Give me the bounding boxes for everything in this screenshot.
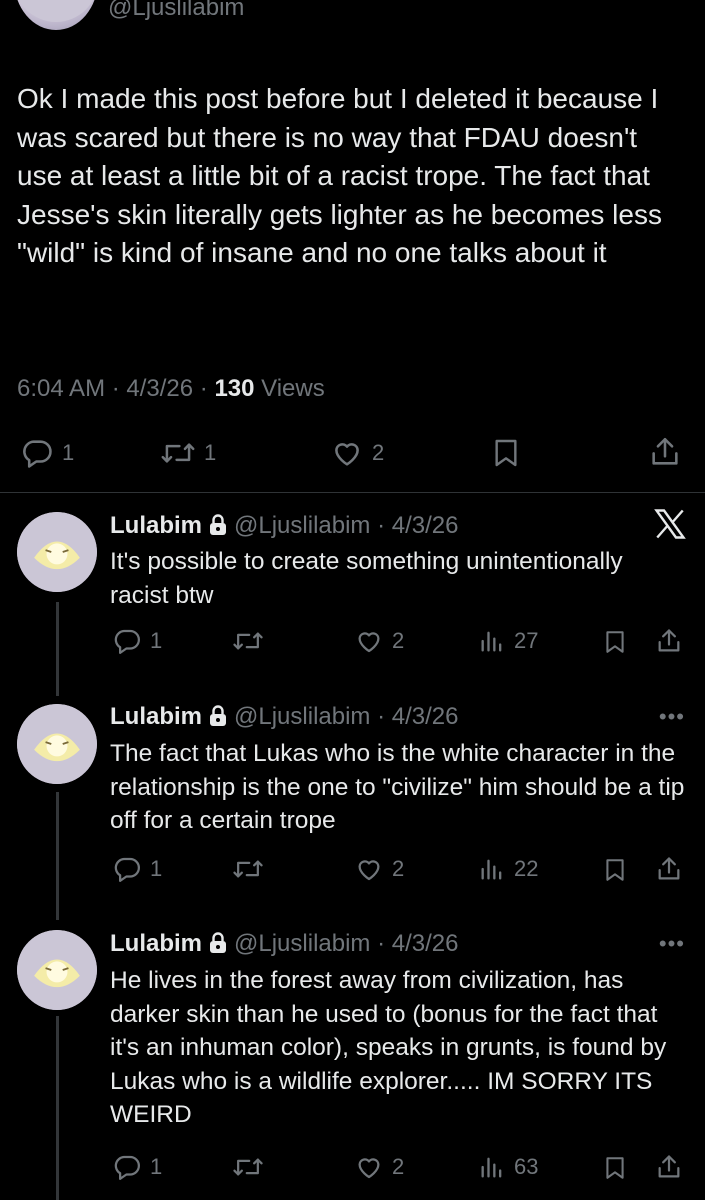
reply-header: Lulabim @Ljuslilabim · 4/3/26 bbox=[110, 930, 458, 958]
views-count: 63 bbox=[514, 1154, 539, 1179]
reply-count: 1 bbox=[150, 1154, 163, 1179]
lock-icon bbox=[210, 514, 227, 535]
share-button[interactable] bbox=[655, 854, 683, 884]
repost-icon bbox=[233, 1158, 263, 1176]
views-button[interactable]: 22 bbox=[478, 854, 538, 884]
thread-line bbox=[56, 602, 59, 696]
repost-button[interactable] bbox=[232, 626, 264, 656]
repost-count: 1 bbox=[204, 440, 217, 465]
thread-line bbox=[56, 792, 59, 920]
share-icon bbox=[658, 629, 680, 652]
bookmark-button[interactable] bbox=[602, 1153, 628, 1183]
like-button[interactable]: 2 bbox=[330, 436, 384, 470]
x-logo-icon bbox=[654, 509, 686, 539]
reply-icon bbox=[114, 1155, 140, 1180]
reply-text: He lives in the forest away from civiliz… bbox=[110, 967, 667, 1128]
heart-icon bbox=[358, 1158, 380, 1179]
views-count: 27 bbox=[514, 628, 539, 653]
bookmark-button[interactable] bbox=[490, 436, 522, 470]
views-icon bbox=[481, 859, 502, 880]
reply-count: 1 bbox=[150, 856, 163, 881]
share-button[interactable] bbox=[655, 1152, 683, 1182]
reply-icon bbox=[23, 440, 52, 468]
bookmark-icon bbox=[495, 439, 517, 467]
author-name[interactable]: Lulabim bbox=[110, 930, 202, 957]
like-button[interactable]: 2 bbox=[354, 626, 404, 656]
post-meta: 6:04 AM · 4/3/26 · 130 Views bbox=[17, 375, 325, 403]
lock-icon bbox=[210, 932, 227, 953]
lock-icon bbox=[210, 705, 227, 726]
reply-header: Lulabim @Ljuslilabim · 4/3/26 bbox=[110, 512, 458, 540]
author-handle[interactable]: @Ljuslilabim · 4/3/26 bbox=[234, 930, 458, 957]
repost-icon bbox=[233, 632, 263, 650]
views-count: 130 bbox=[214, 375, 255, 402]
share-icon bbox=[652, 437, 678, 465]
avatar[interactable] bbox=[14, 0, 98, 30]
share-button[interactable] bbox=[655, 626, 683, 656]
thread-line bbox=[56, 1016, 59, 1200]
avatar[interactable] bbox=[17, 704, 97, 784]
views-count: 22 bbox=[514, 856, 539, 881]
like-button[interactable]: 2 bbox=[354, 1152, 404, 1182]
post-text: Ok I made this post before but I deleted… bbox=[17, 83, 670, 268]
reply-button[interactable]: 1 bbox=[20, 436, 74, 470]
heart-icon bbox=[335, 443, 359, 466]
views-label: Views bbox=[254, 375, 325, 402]
reply-count: 1 bbox=[150, 628, 163, 653]
bookmark-icon bbox=[606, 631, 624, 653]
author-handle[interactable]: @Ljuslilabim · 4/3/26 bbox=[234, 703, 458, 730]
share-button[interactable] bbox=[648, 434, 682, 470]
author-handle[interactable]: @Ljuslilabim bbox=[108, 0, 244, 22]
like-count: 2 bbox=[392, 856, 405, 881]
like-count: 2 bbox=[372, 440, 385, 465]
more-icon[interactable]: ••• bbox=[659, 931, 685, 957]
avatar[interactable] bbox=[17, 512, 97, 592]
heart-icon bbox=[358, 632, 380, 653]
views-button[interactable]: 27 bbox=[478, 626, 538, 656]
repost-button[interactable]: 1 bbox=[160, 436, 216, 470]
views-icon bbox=[481, 631, 502, 652]
reply-icon bbox=[114, 629, 140, 654]
author-name[interactable]: Lulabim bbox=[110, 512, 202, 539]
reply-header: Lulabim @Ljuslilabim · 4/3/26 bbox=[110, 703, 458, 731]
bookmark-button[interactable] bbox=[602, 855, 628, 885]
reply-button[interactable]: 1 bbox=[112, 1152, 162, 1182]
bookmark-icon bbox=[606, 859, 624, 881]
repost-icon bbox=[161, 443, 195, 463]
author-handle[interactable]: @Ljuslilabim · 4/3/26 bbox=[234, 512, 458, 539]
avatar[interactable] bbox=[17, 930, 97, 1010]
like-count: 2 bbox=[392, 1154, 405, 1179]
author-name[interactable]: Lulabim bbox=[110, 703, 202, 730]
reply-count: 1 bbox=[62, 440, 75, 465]
like-button[interactable]: 2 bbox=[354, 854, 404, 884]
like-count: 2 bbox=[392, 628, 405, 653]
views-button[interactable]: 63 bbox=[478, 1152, 538, 1182]
bookmark-button[interactable] bbox=[602, 627, 628, 657]
more-icon[interactable]: ••• bbox=[659, 704, 685, 730]
post-timestamp[interactable]: 6:04 AM · 4/3/26 · bbox=[17, 375, 214, 402]
reply-icon bbox=[114, 857, 140, 882]
bookmark-icon bbox=[606, 1157, 624, 1179]
divider bbox=[0, 492, 705, 493]
reply-button[interactable]: 1 bbox=[112, 854, 162, 884]
repost-button[interactable] bbox=[232, 1152, 264, 1182]
repost-button[interactable] bbox=[232, 854, 264, 884]
share-icon bbox=[658, 1155, 680, 1178]
reply-text: The fact that Lukas who is the white cha… bbox=[110, 740, 685, 834]
reply-button[interactable]: 1 bbox=[112, 626, 162, 656]
heart-icon bbox=[358, 860, 380, 881]
reply-text: It's possible to create something uninte… bbox=[110, 548, 623, 609]
share-icon bbox=[658, 857, 680, 880]
repost-icon bbox=[233, 860, 263, 878]
views-icon bbox=[481, 1157, 502, 1178]
